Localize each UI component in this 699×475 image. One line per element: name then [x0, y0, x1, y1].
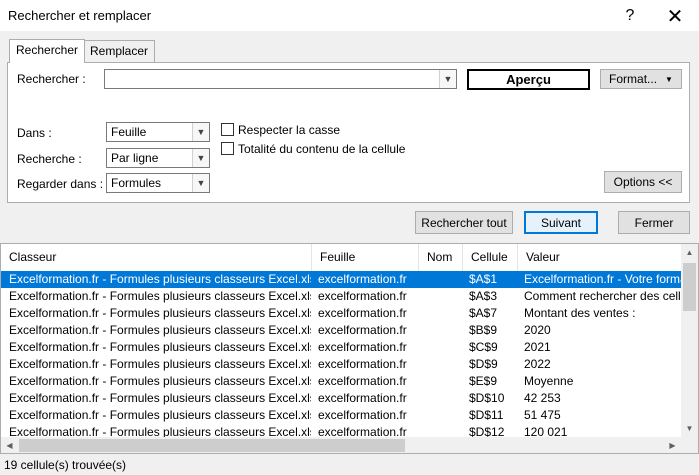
cell-address: $C$9 — [469, 340, 498, 354]
scroll-left-arrow-icon[interactable]: ◀ — [1, 437, 18, 453]
cell-value: Comment rechercher des cellul — [524, 289, 681, 303]
chevron-down-icon[interactable]: ▼ — [192, 149, 209, 167]
cell-address: $A$1 — [469, 272, 498, 286]
cell-value: 2021 — [524, 340, 551, 354]
cell-workbook: Excelformation.fr - Formules plusieurs c… — [9, 340, 311, 354]
chevron-down-icon[interactable]: ▼ — [192, 174, 209, 192]
cell-address: $D$11 — [469, 408, 504, 422]
cell-value: Montant des ventes : — [524, 306, 636, 320]
lookin-select[interactable]: Formules ▼ — [106, 173, 210, 193]
cell-workbook: Excelformation.fr - Formules plusieurs c… — [9, 357, 311, 371]
vertical-scroll-thumb[interactable] — [683, 263, 696, 311]
cell-sheet: excelformation.fr — [318, 391, 407, 405]
cell-value: 51 475 — [524, 408, 561, 422]
col-header-sheet[interactable]: Feuille — [312, 244, 419, 271]
cell-value: 2020 — [524, 323, 551, 337]
results-list[interactable]: Classeur Feuille Nom Cellule Valeur Exce… — [0, 243, 699, 454]
find-next-button[interactable]: Suivant — [524, 211, 598, 234]
cell-sheet: excelformation.fr — [318, 374, 407, 388]
cell-value: Moyenne — [524, 374, 574, 388]
cell-address: $E$9 — [469, 374, 498, 388]
chevron-down-icon[interactable]: ▼ — [192, 123, 209, 141]
search-order-select[interactable]: Par ligne ▼ — [106, 148, 210, 168]
table-row[interactable]: Excelformation.fr - Formules plusieurs c… — [1, 271, 681, 288]
cell-address: $D$9 — [469, 357, 498, 371]
lookin-label: Regarder dans : — [17, 177, 104, 191]
table-row[interactable]: Excelformation.fr - Formules plusieurs c… — [1, 322, 681, 339]
scrollbar-corner — [681, 437, 698, 453]
search-input[interactable]: ▼ — [104, 69, 457, 89]
col-header-workbook[interactable]: Classeur — [1, 244, 312, 271]
cell-workbook: Excelformation.fr - Formules plusieurs c… — [9, 374, 311, 388]
cell-workbook: Excelformation.fr - Formules plusieurs c… — [9, 289, 311, 303]
cell-address: $A$7 — [469, 306, 498, 320]
entire-cell-label[interactable]: Totalité du contenu de la cellule — [238, 142, 405, 156]
cell-workbook: Excelformation.fr - Formules plusieurs c… — [9, 272, 311, 286]
scroll-up-arrow-icon[interactable]: ▲ — [681, 244, 698, 261]
cell-sheet: excelformation.fr — [318, 323, 407, 337]
cell-value: 42 253 — [524, 391, 561, 405]
vertical-scrollbar[interactable]: ▲ ▼ — [681, 244, 698, 437]
title-bar: Rechercher et remplacer ? ✕ — [0, 0, 699, 32]
col-header-cell[interactable]: Cellule — [463, 244, 518, 271]
scroll-down-arrow-icon[interactable]: ▼ — [681, 420, 698, 437]
table-row[interactable]: Excelformation.fr - Formules plusieurs c… — [1, 407, 681, 424]
dropdown-arrow-icon: ▼ — [665, 74, 673, 84]
scroll-right-arrow-icon[interactable]: ▶ — [664, 437, 681, 453]
chevron-down-icon[interactable]: ▼ — [439, 70, 456, 88]
within-select[interactable]: Feuille ▼ — [106, 122, 210, 142]
cell-workbook: Excelformation.fr - Formules plusieurs c… — [9, 408, 311, 422]
within-value: Feuille — [111, 125, 147, 139]
table-row[interactable]: Excelformation.fr - Formules plusieurs c… — [1, 288, 681, 305]
format-button-label: Format... — [609, 72, 658, 86]
lookin-value: Formules — [111, 176, 162, 190]
options-button[interactable]: Options << — [604, 171, 682, 193]
match-case-checkbox[interactable] — [221, 123, 234, 136]
dialog-title: Rechercher et remplacer — [8, 8, 152, 23]
col-header-value[interactable]: Valeur — [518, 244, 681, 271]
find-all-button[interactable]: Rechercher tout — [415, 211, 513, 234]
horizontal-scrollbar[interactable]: ◀ ▶ — [1, 437, 681, 453]
table-row[interactable]: Excelformation.fr - Formules plusieurs c… — [1, 356, 681, 373]
cell-workbook: Excelformation.fr - Formules plusieurs c… — [9, 391, 311, 405]
format-button[interactable]: Format... ▼ — [600, 69, 682, 89]
table-row[interactable]: Excelformation.fr - Formules plusieurs c… — [1, 373, 681, 390]
format-preview: Aperçu — [467, 69, 590, 90]
table-row[interactable]: Excelformation.fr - Formules plusieurs c… — [1, 339, 681, 356]
cell-workbook: Excelformation.fr - Formules plusieurs c… — [9, 323, 311, 337]
cell-sheet: excelformation.fr — [318, 289, 407, 303]
close-icon[interactable]: ✕ — [660, 3, 690, 29]
cell-sheet: excelformation.fr — [318, 408, 407, 422]
tab-remplacer[interactable]: Remplacer — [83, 40, 156, 62]
help-icon[interactable]: ? — [615, 3, 645, 29]
table-row[interactable]: Excelformation.fr - Formules plusieurs c… — [1, 390, 681, 407]
table-row[interactable]: Excelformation.fr - Formules plusieurs c… — [1, 305, 681, 322]
entire-cell-checkbox[interactable] — [221, 142, 234, 155]
cell-sheet: excelformation.fr — [318, 272, 407, 286]
col-header-name[interactable]: Nom — [419, 244, 463, 271]
cell-sheet: excelformation.fr — [318, 340, 407, 354]
match-case-label[interactable]: Respecter la casse — [238, 123, 340, 137]
cell-value: Excelformation.fr - Votre forma — [524, 272, 681, 286]
cell-value: 2022 — [524, 357, 551, 371]
cell-sheet: excelformation.fr — [318, 357, 407, 371]
cell-address: $A$3 — [469, 289, 498, 303]
status-text: 19 cellule(s) trouvée(s) — [4, 458, 127, 472]
tab-rechercher[interactable]: Rechercher — [9, 39, 86, 63]
within-label: Dans : — [17, 126, 52, 140]
search-order-label: Recherche : — [17, 152, 82, 166]
search-label: Rechercher : — [17, 72, 86, 86]
horizontal-scroll-thumb[interactable] — [19, 439, 405, 452]
cell-workbook: Excelformation.fr - Formules plusieurs c… — [9, 306, 311, 320]
search-order-value: Par ligne — [111, 151, 159, 165]
cell-address: $D$10 — [469, 391, 505, 405]
close-button[interactable]: Fermer — [618, 211, 690, 234]
cell-sheet: excelformation.fr — [318, 306, 407, 320]
cell-address: $B$9 — [469, 323, 498, 337]
